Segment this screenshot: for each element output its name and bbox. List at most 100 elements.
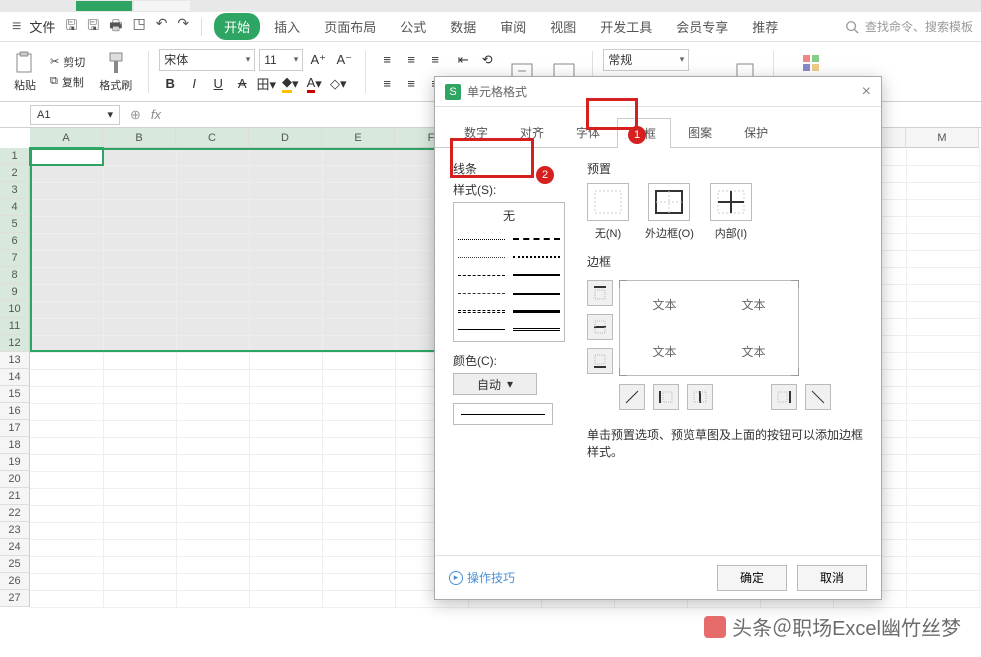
cell[interactable] (906, 335, 979, 352)
cell[interactable] (103, 386, 176, 403)
cell[interactable] (322, 148, 395, 165)
orientation-button[interactable]: ⟲ (476, 49, 498, 71)
font-size-select[interactable]: 11▾ (259, 49, 303, 71)
cell[interactable] (103, 403, 176, 420)
line-style-none[interactable]: 无 (454, 203, 564, 228)
cell[interactable] (103, 522, 176, 539)
cell[interactable] (906, 505, 979, 522)
search-area[interactable]: 查找命令、搜索模板 (845, 18, 973, 35)
cell[interactable] (906, 420, 979, 437)
row-header[interactable]: 20 (0, 471, 30, 488)
cell[interactable] (30, 284, 103, 301)
cell[interactable] (322, 301, 395, 318)
dtab-align[interactable]: 对齐 (505, 117, 559, 147)
line-style-option[interactable] (458, 270, 505, 280)
border-top-button[interactable] (587, 280, 613, 306)
strike-button[interactable]: A (231, 73, 253, 95)
preset-none[interactable]: 无(N) (587, 183, 629, 241)
align-left-button[interactable]: ≡ (376, 73, 398, 95)
cell[interactable] (322, 233, 395, 250)
cell[interactable] (906, 267, 979, 284)
menu-icon[interactable]: ≡ (8, 18, 25, 36)
cell[interactable] (322, 403, 395, 420)
cell[interactable] (103, 233, 176, 250)
color-select[interactable]: 自动▾ (453, 373, 537, 395)
cell[interactable] (322, 284, 395, 301)
tab-layout[interactable]: 页面布局 (314, 13, 386, 40)
cell[interactable] (103, 539, 176, 556)
cell[interactable] (176, 437, 249, 454)
row-header[interactable]: 8 (0, 267, 30, 284)
col-header[interactable]: B (103, 128, 176, 148)
cell[interactable] (30, 573, 103, 590)
cell[interactable] (906, 573, 979, 590)
cell[interactable] (249, 267, 322, 284)
cell[interactable] (30, 267, 103, 284)
preset-outer[interactable]: 外边框(O) (645, 183, 694, 241)
cell[interactable] (176, 165, 249, 182)
cell[interactable] (906, 352, 979, 369)
cell[interactable] (176, 454, 249, 471)
cell[interactable] (906, 556, 979, 573)
cell[interactable] (906, 454, 979, 471)
dtab-font[interactable]: 字体 (561, 117, 615, 147)
cell[interactable] (103, 454, 176, 471)
tips-link[interactable]: ▸操作技巧 (449, 569, 515, 586)
cell[interactable] (30, 420, 103, 437)
row-header[interactable]: 6 (0, 233, 30, 250)
tab-member[interactable]: 会员专享 (666, 13, 738, 40)
cell[interactable] (30, 454, 103, 471)
undo-icon[interactable]: ↶ (156, 15, 168, 39)
cell[interactable] (176, 420, 249, 437)
cell[interactable] (103, 573, 176, 590)
row-header[interactable]: 5 (0, 216, 30, 233)
tab-dev[interactable]: 开发工具 (590, 13, 662, 40)
row-header[interactable]: 7 (0, 250, 30, 267)
cell[interactable] (906, 165, 979, 182)
ok-button[interactable]: 确定 (717, 565, 787, 591)
cell[interactable] (906, 318, 979, 335)
cell[interactable] (103, 250, 176, 267)
phonetic-button[interactable]: ◇▾ (327, 73, 349, 95)
align-middle-button[interactable]: ≡ (400, 49, 422, 71)
col-header[interactable]: M (906, 128, 979, 148)
fx-icon[interactable]: fx (151, 107, 161, 122)
fill-color-button[interactable]: ◆▾ (279, 73, 301, 95)
cell[interactable] (176, 556, 249, 573)
tab-formula[interactable]: 公式 (390, 13, 436, 40)
cell[interactable] (176, 352, 249, 369)
tab-recommend[interactable]: 推荐 (742, 13, 788, 40)
cell[interactable] (906, 590, 979, 607)
save-icon[interactable]: 🖫 (65, 15, 77, 39)
line-style-option[interactable] (458, 307, 505, 317)
cell[interactable] (322, 216, 395, 233)
cell[interactable] (249, 216, 322, 233)
cell[interactable] (30, 301, 103, 318)
row-header[interactable]: 2 (0, 165, 30, 182)
redo-icon[interactable]: ↷ (177, 15, 189, 39)
cell[interactable] (103, 488, 176, 505)
cell[interactable] (176, 403, 249, 420)
cell[interactable] (103, 199, 176, 216)
underline-button[interactable]: U (207, 73, 229, 95)
cell[interactable] (103, 471, 176, 488)
row-header[interactable]: 11 (0, 318, 30, 335)
cell[interactable] (176, 182, 249, 199)
cell[interactable] (906, 386, 979, 403)
cell[interactable] (30, 369, 103, 386)
cell[interactable] (906, 250, 979, 267)
cell[interactable] (30, 233, 103, 250)
cell[interactable] (249, 403, 322, 420)
row-header[interactable]: 14 (0, 369, 30, 386)
cell[interactable] (103, 216, 176, 233)
cell[interactable] (249, 471, 322, 488)
row-header[interactable]: 24 (0, 539, 30, 556)
cell[interactable] (30, 505, 103, 522)
cell[interactable] (322, 182, 395, 199)
doc-tab[interactable] (134, 1, 190, 11)
line-style-option[interactable] (513, 270, 560, 280)
cell[interactable] (906, 233, 979, 250)
cell[interactable] (176, 250, 249, 267)
name-box[interactable]: A1▾ (30, 105, 120, 125)
row-header[interactable]: 10 (0, 301, 30, 318)
